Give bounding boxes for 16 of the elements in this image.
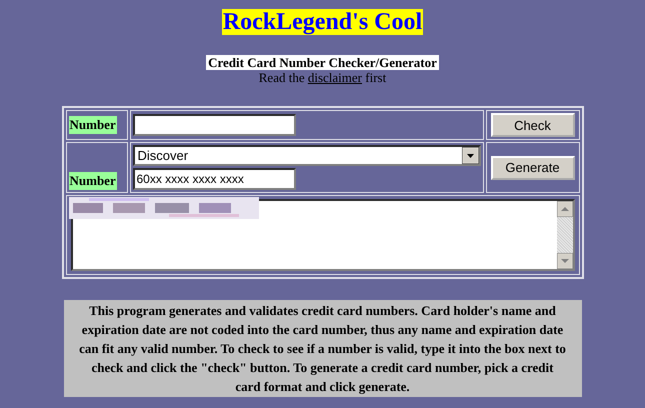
number-input[interactable]: 60xx xxxx xxxx xxxx bbox=[132, 168, 296, 190]
check-button[interactable]: Check bbox=[490, 113, 574, 137]
page-title: RockLegend's Cool bbox=[222, 9, 424, 35]
generate-button[interactable]: Generate bbox=[490, 156, 574, 180]
number-label: Number bbox=[68, 172, 117, 190]
card-type-dropdown[interactable]: Discover bbox=[132, 145, 480, 166]
scroll-down-icon[interactable] bbox=[556, 253, 572, 269]
disclaimer-link[interactable]: disclaimer bbox=[308, 70, 362, 85]
number-input[interactable] bbox=[132, 114, 296, 136]
description-text: This program generates and validates credit card numbers. Card holder's name and expiration date are not coded into the card number, thus any name and expiration date can fit any valid number. To check to see if a number is valid, type it into the box next to check and click the "check" button. To generate a credit card number, pick a credit card format and click generate. bbox=[64, 300, 582, 397]
disclaimer-notice: Read the disclaimer first bbox=[258, 70, 386, 85]
number-label: Number bbox=[68, 116, 117, 134]
page-subtitle: Credit Card Number Checker/Generator bbox=[206, 55, 439, 70]
scroll-up-icon[interactable] bbox=[556, 201, 572, 217]
dropdown-arrow-icon bbox=[462, 147, 478, 164]
output-text-area[interactable] bbox=[70, 199, 574, 271]
